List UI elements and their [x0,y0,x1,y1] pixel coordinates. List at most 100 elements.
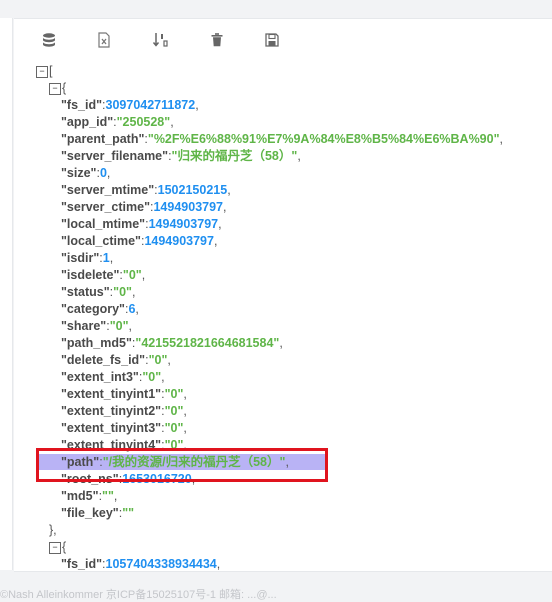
field-key: "server_ctime" [61,200,150,214]
field-value: "0" [113,285,132,299]
comma: , [131,285,136,299]
site-footer: ©Nash Alleinkommer 京ICP备15025107号-1 邮箱: … [0,589,277,601]
comma: , [499,132,503,146]
field-key: "extent_tinyint1" [61,387,162,401]
json-field: "size":0, [61,165,110,182]
field-value: "" [122,506,135,520]
field-key: "local_mtime" [61,217,146,231]
field-value: 1494903797 [153,200,224,214]
comma: , [183,387,187,401]
field-key: "app_id" [61,115,114,129]
field-key: "server_mtime" [61,183,155,197]
json-field: "status":"0", [61,284,135,301]
database-icon[interactable] [40,31,58,49]
comma: , [161,370,165,384]
json-field: "app_id":"250528", [61,114,174,131]
comma: , [218,217,222,231]
field-value: "" [102,489,114,503]
highlight-callout-box [36,448,328,482]
comma: , [213,234,218,248]
collapse-toggle-icon[interactable]: − [49,82,61,95]
comma: , [167,353,171,367]
json-field: "share":"0", [61,318,132,335]
field-value: "0" [148,353,168,367]
field-key: "file_key" [61,506,119,520]
json-field: "isdir":1, [61,250,113,267]
comma: , [128,319,132,333]
comma: , [195,98,199,112]
json-field: "local_mtime":1494903797, [61,216,222,233]
object-close: }, [49,522,57,539]
field-value: 1057404338934434 [105,557,217,571]
json-tree: −[−{"fs_id":3097042711872, "app_id":"2505… [14,63,552,571]
comma: , [113,489,118,503]
json-field: "server_mtime":1502150215, [61,182,231,199]
comma: , [141,268,146,282]
field-value: "4215521821664681584" [135,336,280,350]
comma: , [109,251,114,265]
comma: , [170,115,174,129]
json-field: "extent_tinyint2":"0", [61,403,187,420]
field-key: "extent_tinyint2" [61,404,162,418]
field-key: "server_filename" [61,149,169,163]
field-key: "local_ctime" [61,234,141,248]
field-key: "size" [61,166,97,180]
array-open: −[ [36,63,52,80]
json-field: "extent_tinyint1":"0", [61,386,187,403]
field-key: "isdelete" [61,268,120,282]
json-field: "isdelete":"0", [61,267,145,284]
comma: , [297,149,301,163]
collapse-toggle-icon[interactable]: − [36,65,48,78]
trash-icon[interactable] [208,31,226,49]
field-value: "0" [109,319,129,333]
field-key: "delete_fs_id" [61,353,146,367]
field-value: 0 [99,166,107,180]
json-field: "server_ctime":1494903797, [61,199,227,216]
json-field: "fs_id":3097042711872, [61,97,199,114]
toolbar [14,19,552,59]
field-value: 1494903797 [144,234,214,248]
object-open: −{ [49,539,66,556]
comma: , [106,166,111,180]
field-value: "0" [164,387,184,401]
comma: , [216,557,221,571]
field-key: "extent_tinyint3" [61,421,162,435]
field-value: 1 [102,251,110,265]
field-value: "0" [164,421,184,435]
field-key: "category" [61,302,125,316]
json-field: "md5":"", [61,488,117,505]
field-key: "parent_path" [61,132,145,146]
bracket: { [62,540,67,554]
json-field: "delete_fs_id":"0", [61,352,171,369]
field-key: "extent_int3" [61,370,139,384]
json-viewer-panel: −[−{"fs_id":3097042711872, "app_id":"2505… [14,18,552,572]
collapse-toggle-icon[interactable]: − [49,541,61,554]
field-value: 1502150215 [157,183,228,197]
left-gutter [0,18,13,570]
field-value: "0" [164,404,184,418]
field-value: "归来的福丹芝（58）" [171,149,298,163]
comma: , [183,404,187,418]
bracket: }, [49,523,57,537]
comma: , [223,200,227,214]
field-value: "0" [142,370,162,384]
field-value: 3097042711872 [105,98,196,112]
json-field: "extent_int3":"0", [61,369,165,386]
json-field: "fs_id":1057404338934434, [61,556,221,571]
field-value: "%2F%E6%88%91%E7%9A%84%E8%B5%84%E6%BA%90… [147,132,500,146]
field-key: "path_md5" [61,336,132,350]
json-field: "server_filename":"归来的福丹芝（58）", [61,148,301,165]
field-key: "fs_id" [61,98,103,112]
field-key: "isdir" [61,251,100,265]
json-field: "parent_path":"%2F%E6%88%91%E7%9A%84%E8%… [61,131,503,148]
bracket: [ [49,64,53,78]
comma: , [183,421,187,435]
save-icon[interactable] [263,31,281,49]
excel-file-icon[interactable] [95,31,113,49]
field-value: "0" [122,268,142,282]
json-field: "extent_tinyint3":"0", [61,420,187,437]
sort-icon[interactable] [151,31,169,49]
field-key: "fs_id" [61,557,103,571]
field-key: "md5" [61,489,99,503]
comma: , [279,336,283,350]
